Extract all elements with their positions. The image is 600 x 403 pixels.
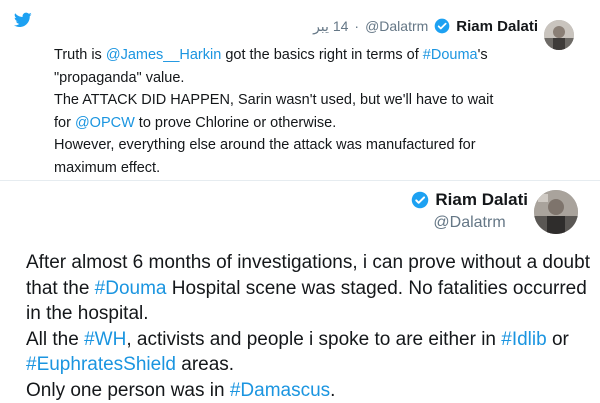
main-tweet-line: All the #WH, activists and people i spok… xyxy=(26,327,594,353)
hashtag-link[interactable]: #Idlib xyxy=(501,329,546,350)
text-run: , activists and people i spoke to are ei… xyxy=(126,329,501,350)
top-tweet-separator: · xyxy=(354,18,359,34)
text-run: areas. xyxy=(176,354,234,375)
main-tweet-line: #EuphratesShield areas. xyxy=(26,352,594,378)
top-tweet-timestamp[interactable]: 14 يبر xyxy=(313,18,348,35)
hashtag-link[interactable]: #Damascus xyxy=(230,380,330,401)
text-run: 's xyxy=(478,47,488,63)
text-run: that the xyxy=(26,278,95,299)
top-tweet-text: Truth is @James__Harkin got the basics r… xyxy=(54,44,554,179)
hashtag-link[interactable]: #WH xyxy=(84,329,126,350)
main-tweet-line: that the #Douma Hospital scene was stage… xyxy=(26,276,594,302)
main-tweet-line: After almost 6 months of investigations,… xyxy=(26,250,594,276)
main-tweet-header: Riam Dalati @Dalatrm xyxy=(411,190,528,232)
hashtag-link[interactable]: #Douma xyxy=(423,47,478,63)
text-run: Only one person was in xyxy=(26,380,230,401)
text-run: Hospital scene was staged. No fatalities… xyxy=(167,278,587,299)
top-tweet-line: maximum effect. xyxy=(54,157,554,180)
text-run: to prove Chlorine or otherwise. xyxy=(135,115,337,131)
top-tweet-handle[interactable]: @Dalatrm xyxy=(365,18,428,34)
hashtag-link[interactable]: #Douma xyxy=(95,278,167,299)
top-tweet-line: Truth is @James__Harkin got the basics r… xyxy=(54,44,554,67)
verified-badge-icon xyxy=(434,18,450,34)
mention-link[interactable]: @OPCW xyxy=(75,115,135,131)
main-tweet-handle[interactable]: @Dalatrm xyxy=(433,214,528,232)
main-tweet-text: After almost 6 months of investigations,… xyxy=(26,250,594,403)
avatar-photo xyxy=(534,190,578,234)
top-tweet-line: However, everything else around the atta… xyxy=(54,134,554,157)
verified-badge-icon xyxy=(411,191,429,209)
main-tweet-avatar[interactable] xyxy=(534,190,578,234)
top-tweet-line: for @OPCW to prove Chlorine or otherwise… xyxy=(54,112,554,135)
top-tweet-header: 14 يبر · @Dalatrm Riam Dalati xyxy=(313,14,538,38)
text-run: for xyxy=(54,115,75,131)
text-run: got the basics right in terms of xyxy=(221,47,422,63)
top-tweet-line: "propaganda" value. xyxy=(54,67,554,90)
text-run: All the xyxy=(26,329,84,350)
main-tweet-name-row: Riam Dalati xyxy=(411,190,528,210)
text-run: . xyxy=(330,380,335,401)
top-tweet-line: The ATTACK DID HAPPEN, Sarin wasn't used… xyxy=(54,89,554,112)
twitter-bird-icon xyxy=(14,12,32,28)
tweet-divider xyxy=(0,180,600,181)
hashtag-link[interactable]: #EuphratesShield xyxy=(26,354,176,375)
main-tweet-line: Only one person was in #Damascus. xyxy=(26,378,594,403)
text-run: or xyxy=(547,329,569,350)
main-tweet-author-name[interactable]: Riam Dalati xyxy=(435,190,528,210)
top-tweet-author-name[interactable]: Riam Dalati xyxy=(456,18,538,35)
mention-link[interactable]: @James__Harkin xyxy=(106,47,221,63)
main-tweet-line: in the hospital. xyxy=(26,301,594,327)
text-run: Truth is xyxy=(54,47,106,63)
